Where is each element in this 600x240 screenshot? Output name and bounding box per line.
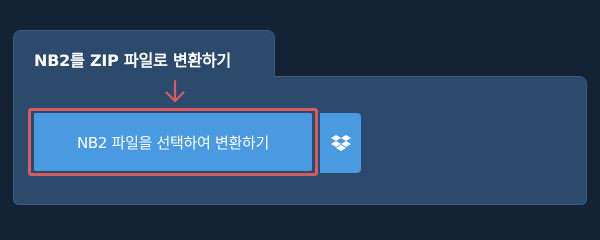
dropbox-icon — [330, 135, 351, 151]
dropbox-button[interactable] — [320, 113, 361, 173]
select-file-convert-button[interactable]: NB2 파일을 선택하여 변환하기 — [34, 113, 312, 171]
tab-panel-seam — [14, 75, 274, 78]
arrow-down-icon — [165, 80, 185, 103]
tab-title: NB2를 ZIP 파일로 변환하기 — [34, 51, 232, 70]
select-file-convert-label: NB2 파일을 선택하여 변환하기 — [76, 133, 270, 152]
